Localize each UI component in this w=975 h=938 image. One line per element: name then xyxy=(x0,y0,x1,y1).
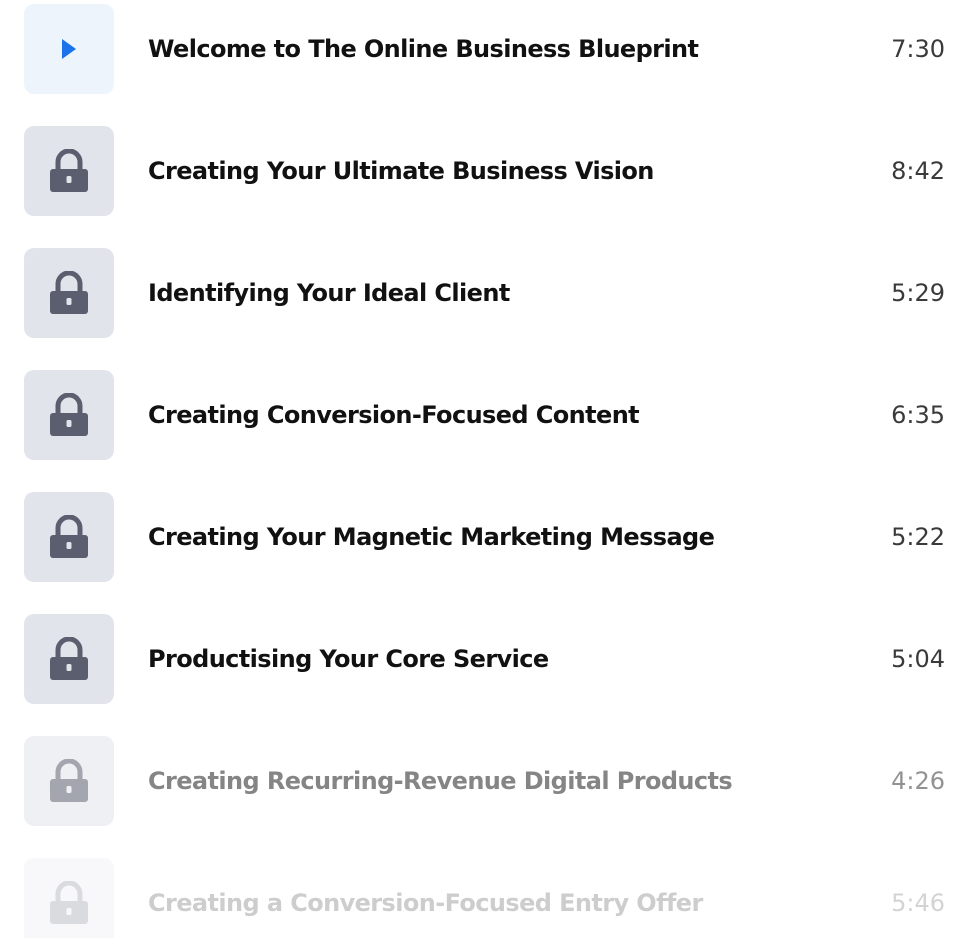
lesson-item-6[interactable]: Productising Your Core Service 5:04 xyxy=(0,614,975,706)
play-icon xyxy=(61,38,77,60)
lesson-title: Creating Conversion-Focused Content xyxy=(148,401,640,429)
lock-icon xyxy=(48,149,90,193)
lesson-item-8[interactable]: Creating a Conversion-Focused Entry Offe… xyxy=(0,858,975,938)
lesson-duration: 6:35 xyxy=(891,401,945,429)
lock-badge xyxy=(24,858,114,938)
lock-badge xyxy=(24,248,114,338)
lesson-title: Creating Recurring-Revenue Digital Produ… xyxy=(148,767,733,795)
lesson-title: Creating a Conversion-Focused Entry Offe… xyxy=(148,889,703,917)
lesson-title: Productising Your Core Service xyxy=(148,645,549,673)
lesson-duration: 5:22 xyxy=(891,523,945,551)
lock-icon xyxy=(48,515,90,559)
lesson-item-2[interactable]: Creating Your Ultimate Business Vision 8… xyxy=(0,126,975,218)
lock-badge xyxy=(24,126,114,216)
lock-icon xyxy=(48,393,90,437)
lesson-duration: 5:29 xyxy=(891,279,945,307)
play-button[interactable] xyxy=(24,4,114,94)
lock-badge xyxy=(24,492,114,582)
lesson-duration: 8:42 xyxy=(891,157,945,185)
lock-icon xyxy=(48,881,90,925)
lesson-item-1[interactable]: Welcome to The Online Business Blueprint… xyxy=(0,4,975,96)
lock-badge xyxy=(24,614,114,704)
lesson-duration: 5:04 xyxy=(891,645,945,673)
lesson-item-3[interactable]: Identifying Your Ideal Client 5:29 xyxy=(0,248,975,340)
lesson-item-7[interactable]: Creating Recurring-Revenue Digital Produ… xyxy=(0,736,975,828)
lesson-duration: 4:26 xyxy=(891,767,945,795)
lesson-title: Creating Your Ultimate Business Vision xyxy=(148,157,654,185)
lock-icon xyxy=(48,637,90,681)
lock-badge xyxy=(24,370,114,460)
lesson-title: Creating Your Magnetic Marketing Message xyxy=(148,523,715,551)
lesson-duration: 7:30 xyxy=(891,35,945,63)
lesson-item-4[interactable]: Creating Conversion-Focused Content 6:35 xyxy=(0,370,975,462)
lesson-list: Welcome to The Online Business Blueprint… xyxy=(0,0,975,938)
lock-badge xyxy=(24,736,114,826)
lock-icon xyxy=(48,271,90,315)
lesson-title: Identifying Your Ideal Client xyxy=(148,279,510,307)
lesson-title: Welcome to The Online Business Blueprint xyxy=(148,35,699,63)
lesson-duration: 5:46 xyxy=(891,889,945,917)
lesson-item-5[interactable]: Creating Your Magnetic Marketing Message… xyxy=(0,492,975,584)
lock-icon xyxy=(48,759,90,803)
